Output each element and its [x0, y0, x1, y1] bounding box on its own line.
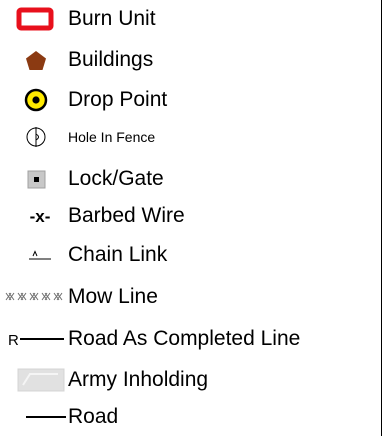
hole-in-fence-icon: [14, 118, 64, 156]
legend-label-mow-line: Mow Line: [68, 285, 158, 308]
legend-item-mow-line: Mow Line: [0, 278, 380, 316]
legend-label-road: Road: [68, 405, 119, 428]
legend-label-burn-unit: Burn Unit: [68, 7, 156, 30]
building-pentagon-icon: [14, 41, 64, 79]
burn-unit-icon: [14, 0, 64, 38]
road-line-icon: [6, 398, 66, 436]
lock-gate-icon: [14, 160, 64, 198]
legend-label-hole-in-fence: Hole In Fence: [68, 129, 156, 145]
mow-line-icon: [4, 278, 63, 316]
road-completed-line-icon: R: [6, 320, 64, 358]
legend-label-road-completed-line: Road As Completed Line: [68, 327, 301, 350]
legend-item-chain-link: Chain Link: [0, 236, 380, 274]
legend-item-army-inholding: Army Inholding: [0, 361, 380, 399]
legend-item-barbed-wire: -x- Barbed Wire: [0, 197, 380, 235]
legend-item-lock-gate: Lock/Gate: [0, 160, 380, 198]
legend-item-buildings: Buildings: [0, 41, 380, 79]
legend-item-road: Road: [0, 398, 380, 436]
legend-item-hole-in-fence: Hole In Fence: [0, 118, 380, 156]
legend-label-drop-point: Drop Point: [68, 88, 168, 111]
army-inholding-icon: [6, 361, 65, 399]
svg-text:-x-: -x-: [30, 207, 51, 226]
svg-text:R: R: [8, 332, 19, 349]
legend-label-buildings: Buildings: [68, 48, 154, 71]
legend-item-road-completed-line: R Road As Completed Line: [0, 320, 380, 358]
map-legend: Burn Unit Buildings Drop Point Hole In F…: [0, 0, 382, 436]
legend-label-barbed-wire: Barbed Wire: [68, 204, 185, 227]
drop-point-icon: [14, 81, 64, 119]
legend-item-drop-point: Drop Point: [0, 81, 380, 119]
barbed-wire-icon: -x-: [14, 197, 64, 235]
legend-label-army-inholding: Army Inholding: [68, 368, 209, 391]
legend-label-chain-link: Chain Link: [68, 243, 168, 266]
legend-label-lock-gate: Lock/Gate: [68, 167, 164, 190]
chain-link-icon: [14, 236, 64, 274]
legend-item-burn-unit: Burn Unit: [0, 0, 380, 38]
